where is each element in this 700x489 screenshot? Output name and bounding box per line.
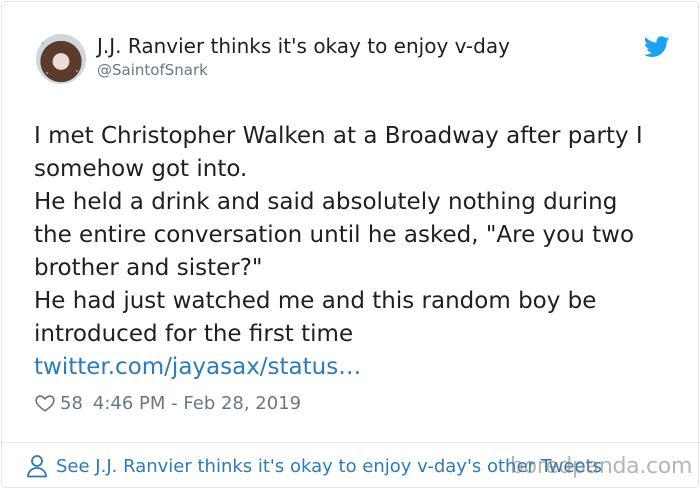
tweet-text-line: I met Christopher Walken at a Broadway a… [34,123,643,149]
tweet-text-line: He held a drink and said absolutely noth… [34,189,618,215]
heart-icon[interactable] [34,392,56,414]
tweet-text-line: the entire conversation until he asked, … [34,222,635,248]
tweet-text: I met Christopher Walken at a Broadway a… [34,120,684,384]
twitter-bird-icon[interactable] [644,36,670,58]
author-display-name[interactable]: J.J. Ranvier thinks it's okay to enjoy v… [97,34,510,58]
watermark: boredpanda.com [510,454,693,479]
person-icon [27,455,47,478]
tweet-text-line: somehow got into. [34,156,248,182]
tweet-text-line: brother and sister?" [34,255,263,281]
tweet-card: J.J. Ranvier thinks it's okay to enjoy v… [1,1,700,488]
author-handle[interactable]: @SaintofSnark [97,61,208,79]
tweet-text-line: He had just watched me and this random b… [34,288,597,314]
tweet-link[interactable]: twitter.com/jayasax/status… [34,351,684,384]
like-count[interactable]: 58 [60,393,83,414]
divider [3,442,700,443]
tweet-text-line: introduced for the first time [34,321,354,347]
avatar[interactable] [36,34,86,84]
tweet-timestamp[interactable]: 4:46 PM - Feb 28, 2019 [93,393,301,414]
tweet-meta: 58 4:46 PM - Feb 28, 2019 [34,390,301,416]
